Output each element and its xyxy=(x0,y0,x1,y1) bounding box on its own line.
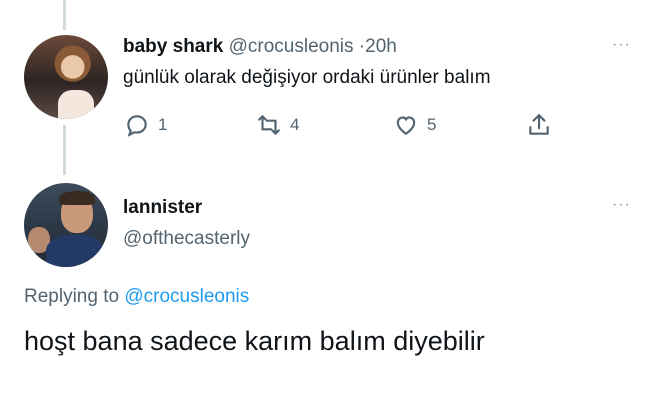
share-icon xyxy=(529,114,549,135)
replying-label: Replying to xyxy=(24,286,120,307)
more-icon[interactable]: ··· xyxy=(612,196,631,214)
user-handle[interactable]: @ofthecasterly xyxy=(123,228,250,250)
display-name[interactable]: lannister xyxy=(123,197,202,219)
replying-handle-link[interactable]: @crocusleonis xyxy=(124,286,249,307)
like-count: 5 xyxy=(427,115,437,134)
tweet-text: günlük olarak değişiyor ordaki ürünler b… xyxy=(123,67,491,88)
avatar[interactable] xyxy=(24,35,108,119)
retweet-button[interactable]: 4 xyxy=(256,112,299,138)
timestamp[interactable]: 20h xyxy=(365,36,397,57)
tweet-1-header: baby shark @crocusleonis ·20h xyxy=(123,36,397,58)
thread-line-connector xyxy=(63,125,66,175)
thread-line-top xyxy=(63,0,66,30)
more-icon[interactable]: ··· xyxy=(612,36,631,54)
like-button[interactable]: 5 xyxy=(393,112,436,138)
tweet-text: hoşt bana sadece karım balım diyebilir xyxy=(24,326,485,356)
retweet-icon xyxy=(258,115,280,135)
reply-icon xyxy=(127,115,147,137)
reply-count: 1 xyxy=(158,115,168,134)
share-button[interactable] xyxy=(526,112,552,138)
display-name[interactable]: baby shark xyxy=(123,36,223,57)
replying-to: Replying to @crocusleonis xyxy=(24,286,249,308)
avatar[interactable] xyxy=(24,183,108,267)
user-handle[interactable]: @crocusleonis xyxy=(229,36,354,57)
retweet-count: 4 xyxy=(290,115,300,134)
reply-button[interactable]: 1 xyxy=(124,112,167,138)
like-icon xyxy=(396,116,416,135)
